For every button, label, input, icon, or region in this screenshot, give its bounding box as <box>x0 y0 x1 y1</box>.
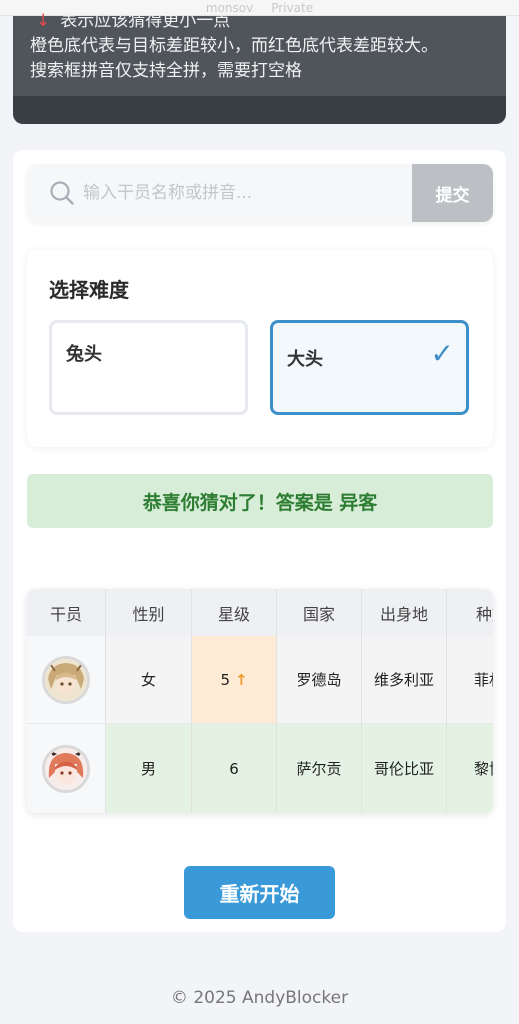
difficulty-option-label: 大头 <box>287 349 323 370</box>
footer-copyright: © 2025 AndyBlocker <box>170 988 349 1008</box>
difficulty-panel: 选择难度 兔头 大头 ✓ <box>27 250 493 447</box>
operator-avatar-cell <box>27 724 106 813</box>
operator-avatar-cell <box>27 636 106 724</box>
avatar <box>42 655 90 704</box>
difficulty-option-label: 兔头 <box>66 344 102 365</box>
header-stars: 星级 <box>192 589 277 636</box>
row2-gender: 男 <box>106 724 192 813</box>
search-icon <box>50 181 74 205</box>
avatar <box>42 744 90 793</box>
row1-country: 罗德岛 <box>277 636 362 724</box>
restart-button[interactable]: 重新开始 <box>184 866 335 919</box>
header-origin: 出身地 <box>362 589 447 636</box>
help-notice-body: ↓ 表示应该猜得更小一点 橙色底代表与目标差距较小，而红色底代表差距较大。 搜索框… <box>13 11 506 96</box>
search-bar: 提交 <box>27 164 493 222</box>
down-arrow-icon: ↓ <box>36 11 51 31</box>
submit-button[interactable]: 提交 <box>412 164 493 222</box>
success-banner: 恭喜你猜对了！答案是 异客 <box>27 474 493 528</box>
row2-stars: 6 <box>192 724 277 813</box>
row1-stars-value: 5 <box>220 670 230 689</box>
header-race: 种族 <box>447 589 493 636</box>
row1-stars: 5 ↑ <box>192 636 277 724</box>
notice-line-colors: 橙色底代表与目标差距较小，而红色底代表差距较大。 <box>30 36 438 56</box>
guess-table[interactable]: 干员 性别 星级 国家 出身地 种族 <box>27 589 493 813</box>
row2-race: 黎博利 <box>447 724 493 813</box>
difficulty-option-bighead[interactable]: 大头 ✓ <box>270 320 469 415</box>
help-notice: ↓ 表示应该猜得更小一点 橙色底代表与目标差距较小，而红色底代表差距较大。 搜索框… <box>13 11 506 124</box>
header-operator: 干员 <box>27 589 106 636</box>
row1-gender: 女 <box>106 636 192 724</box>
row2-country: 萨尔贡 <box>277 724 362 813</box>
header-gender: 性别 <box>106 589 192 636</box>
difficulty-title: 选择难度 <box>49 278 129 302</box>
row2-stars-value: 6 <box>229 759 239 778</box>
row2-origin: 哥伦比亚 <box>362 724 447 813</box>
notice-line-pinyin: 搜索框拼音仅支持全拼，需要打空格 <box>30 61 302 81</box>
search-input[interactable] <box>83 164 423 222</box>
notice-arrow-text: 表示应该猜得更小一点 <box>60 11 231 31</box>
header-country: 国家 <box>277 589 362 636</box>
check-icon: ✓ <box>430 337 454 370</box>
up-arrow-icon: ↑ <box>234 670 248 689</box>
game-card: 提交 选择难度 兔头 大头 ✓ 恭喜你猜对了！答案是 异客 干员 性别 星级 国… <box>13 150 506 932</box>
difficulty-option-rabbit[interactable]: 兔头 <box>49 320 248 415</box>
row1-race: 菲林 <box>447 636 493 724</box>
notice-line-arrow: ↓ 表示应该猜得更小一点 <box>30 9 506 34</box>
row1-origin: 维多利亚 <box>362 636 447 724</box>
